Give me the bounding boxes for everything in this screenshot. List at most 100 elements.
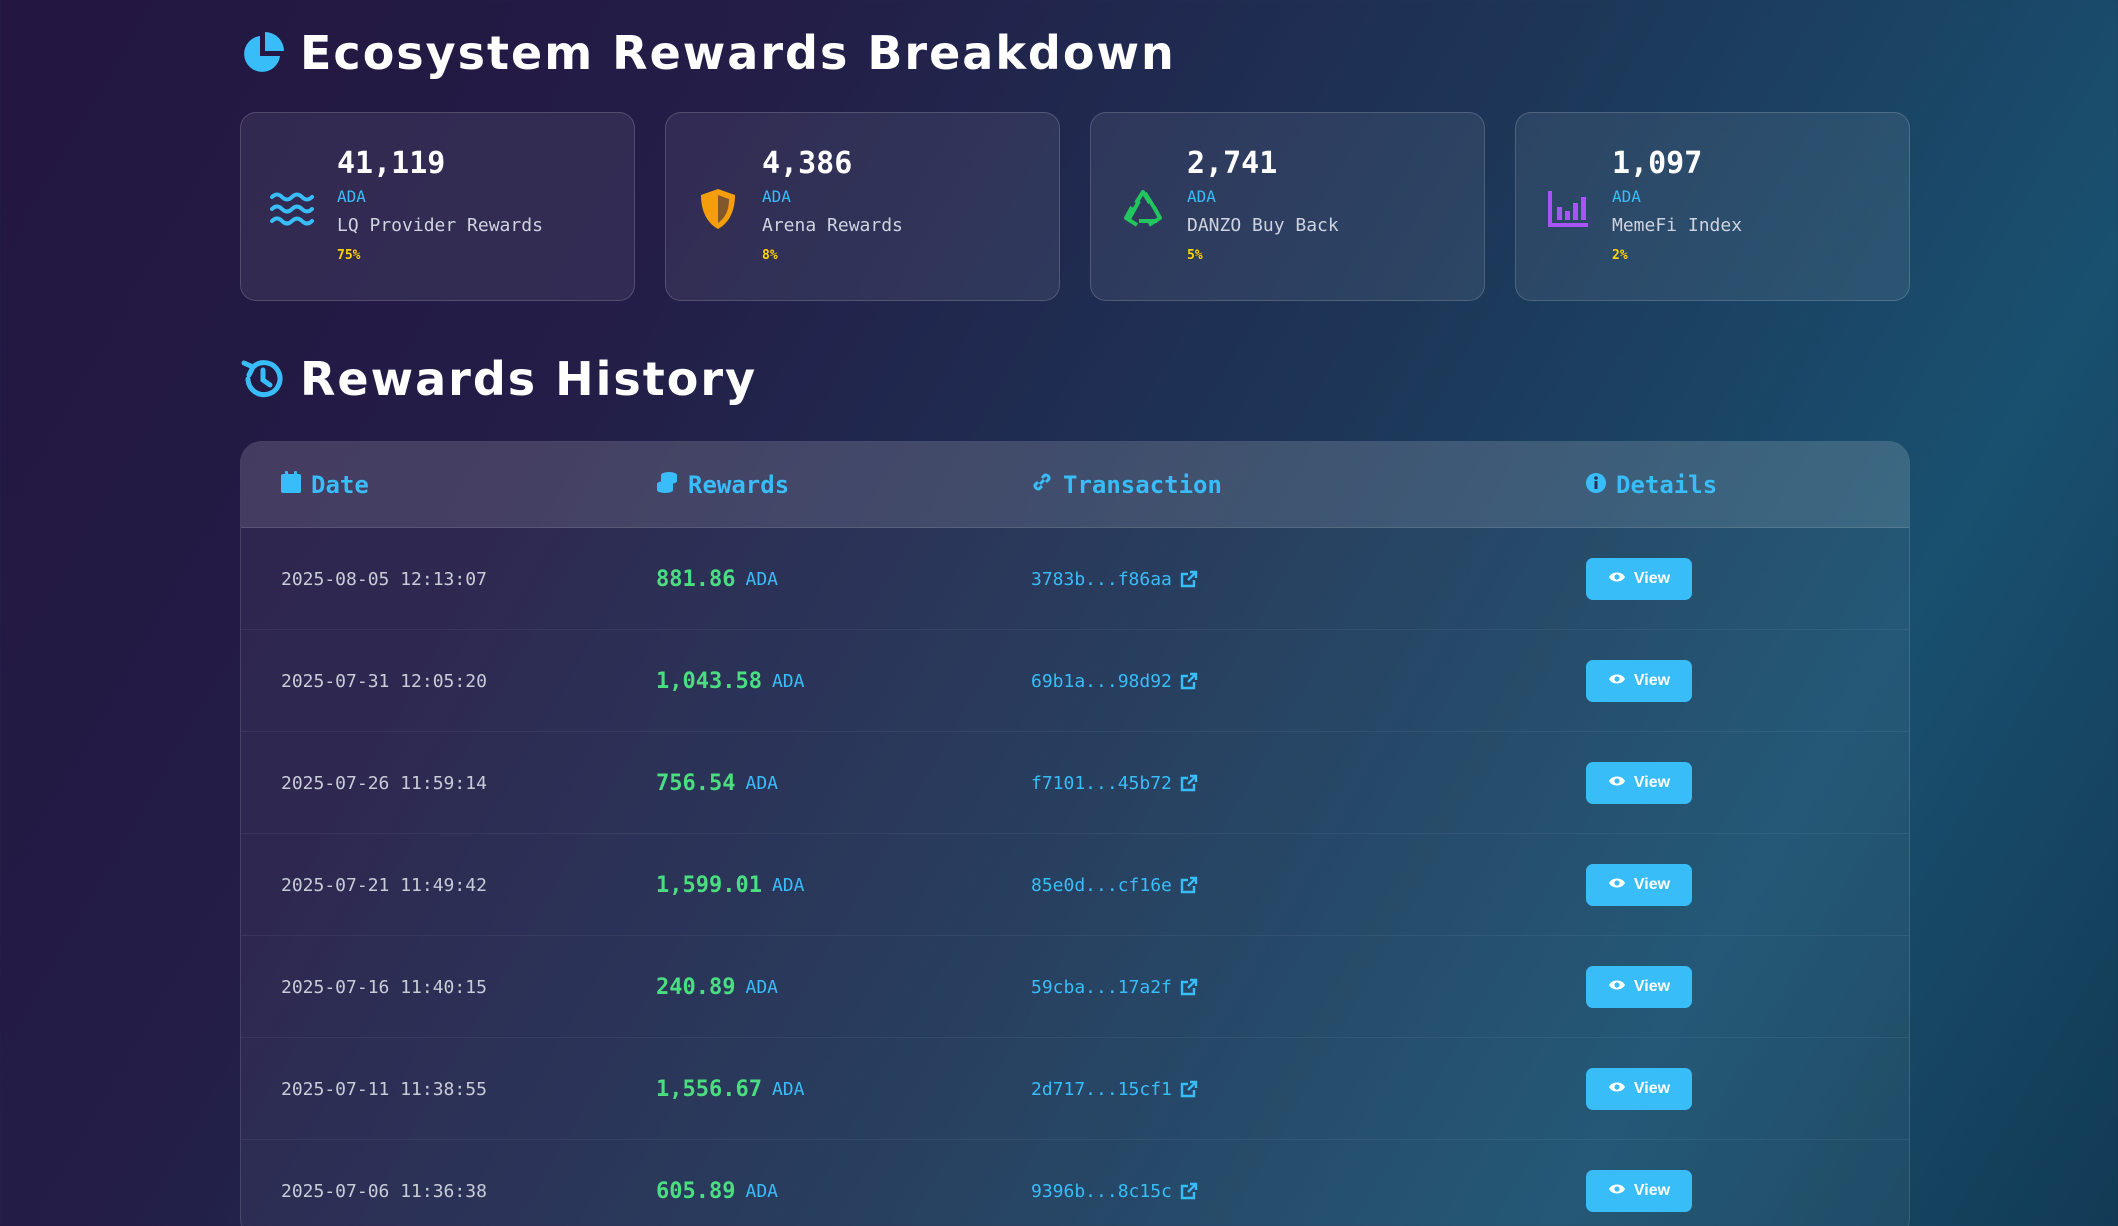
- details-cell: View: [1586, 630, 1692, 732]
- card-value: 1,097: [1612, 146, 1703, 181]
- view-button[interactable]: View: [1586, 864, 1692, 906]
- transaction-link[interactable]: 85e0d...cf16e: [1031, 834, 1198, 936]
- card-percent: 2%: [1612, 248, 1628, 263]
- transaction-link[interactable]: 9396b...8c15c: [1031, 1140, 1198, 1226]
- rewards-cell: 1,043.58 ADA: [656, 630, 804, 732]
- external-link-icon[interactable]: [1180, 774, 1198, 792]
- date-cell: 2025-07-26 11:59:14: [281, 732, 487, 834]
- external-link-icon[interactable]: [1180, 978, 1198, 996]
- link-icon: [1031, 471, 1053, 499]
- row-date: 2025-07-31 12:05:20: [281, 670, 487, 692]
- eye-icon: [1608, 570, 1626, 588]
- coins-icon: [656, 471, 678, 499]
- breakdown-cards: 41,119 ADA LQ Provider Rewards 75% 4,386…: [240, 112, 1910, 301]
- view-button[interactable]: View: [1586, 1170, 1692, 1212]
- card-unit: ADA: [337, 187, 366, 206]
- history-icon: [240, 356, 286, 402]
- card-unit: ADA: [1612, 187, 1641, 206]
- eye-icon: [1608, 774, 1626, 792]
- breakdown-heading: Ecosystem Rewards Breakdown: [240, 26, 1176, 80]
- details-cell: View: [1586, 528, 1692, 630]
- table-header: Date Rewards Transaction Details: [241, 442, 1909, 528]
- details-cell: View: [1586, 1140, 1692, 1226]
- calendar-icon: [281, 471, 301, 499]
- external-link-icon[interactable]: [1180, 570, 1198, 588]
- table-row: 2025-07-31 12:05:20 1,043.58 ADA 69b1a..…: [241, 630, 1909, 732]
- rewards-cell: 756.54 ADA: [656, 732, 778, 834]
- history-heading: Rewards History: [240, 352, 757, 406]
- row-unit: ADA: [771, 874, 805, 896]
- row-tx-hash[interactable]: 59cba...17a2f: [1031, 977, 1172, 998]
- row-tx-hash[interactable]: 2d717...15cf1: [1031, 1079, 1172, 1100]
- view-button-label: View: [1633, 1182, 1671, 1199]
- row-tx-hash[interactable]: 9396b...8c15c: [1031, 1181, 1172, 1202]
- transaction-link[interactable]: 2d717...15cf1: [1031, 1038, 1198, 1140]
- history-title: Rewards History: [300, 352, 758, 406]
- row-date: 2025-07-21 11:49:42: [281, 874, 487, 896]
- card-label: LQ Provider Rewards: [337, 215, 543, 236]
- table-row: 2025-07-11 11:38:55 1,556.67 ADA 2d717..…: [241, 1038, 1909, 1140]
- external-link-icon[interactable]: [1180, 672, 1198, 690]
- date-cell: 2025-08-05 12:13:07: [281, 528, 487, 630]
- table-row: 2025-08-05 12:13:07 881.86 ADA 3783b...f…: [241, 528, 1909, 630]
- view-button[interactable]: View: [1586, 762, 1692, 804]
- eye-icon: [1608, 1182, 1626, 1200]
- card-value: 2,741: [1187, 146, 1278, 181]
- header-transaction: Transaction: [1031, 442, 1222, 528]
- chart-bars-icon: [1544, 185, 1592, 233]
- view-button[interactable]: View: [1586, 558, 1692, 600]
- reward-card-memefi-index: 1,097 ADA MemeFi Index 2%: [1515, 112, 1910, 301]
- row-unit: ADA: [745, 1180, 778, 1202]
- rewards-cell: 240.89 ADA: [656, 936, 778, 1038]
- date-cell: 2025-07-06 11:36:38: [281, 1140, 487, 1226]
- rewards-cell: 1,599.01 ADA: [656, 834, 804, 936]
- details-cell: View: [1586, 732, 1692, 834]
- table-row: 2025-07-16 11:40:15 240.89 ADA 59cba...1…: [241, 936, 1909, 1038]
- transaction-link[interactable]: 69b1a...98d92: [1031, 630, 1198, 732]
- details-cell: View: [1586, 936, 1692, 1038]
- row-tx-hash[interactable]: 85e0d...cf16e: [1031, 875, 1172, 896]
- row-tx-hash[interactable]: 3783b...f86aa: [1031, 569, 1172, 590]
- rewards-history-table: Date Rewards Transaction Details 2025-08…: [240, 441, 1910, 1226]
- reward-card-danzo-buyback: 2,741 ADA DANZO Buy Back 5%: [1090, 112, 1485, 301]
- header-details-label: Details: [1616, 471, 1718, 499]
- external-link-icon[interactable]: [1180, 1182, 1198, 1200]
- external-link-icon[interactable]: [1180, 1080, 1198, 1098]
- waves-icon: [269, 185, 317, 233]
- row-date: 2025-07-26 11:59:14: [281, 772, 487, 794]
- card-label: MemeFi Index: [1612, 215, 1743, 236]
- row-tx-hash[interactable]: 69b1a...98d92: [1031, 671, 1172, 692]
- external-link-icon[interactable]: [1180, 876, 1198, 894]
- row-amount: 1,556.67: [656, 1076, 762, 1102]
- date-cell: 2025-07-21 11:49:42: [281, 834, 487, 936]
- row-unit: ADA: [745, 772, 778, 794]
- view-button[interactable]: View: [1586, 660, 1692, 702]
- header-date: Date: [281, 442, 369, 528]
- card-percent: 8%: [762, 248, 778, 263]
- row-date: 2025-07-16 11:40:15: [281, 976, 487, 998]
- header-transaction-label: Transaction: [1063, 471, 1222, 499]
- table-row: 2025-07-26 11:59:14 756.54 ADA f7101...4…: [241, 732, 1909, 834]
- view-button-label: View: [1633, 672, 1671, 689]
- table-row: 2025-07-06 11:36:38 605.89 ADA 9396b...8…: [241, 1140, 1909, 1226]
- rewards-cell: 1,556.67 ADA: [656, 1038, 804, 1140]
- row-amount: 605.89: [656, 1178, 736, 1204]
- eye-icon: [1608, 672, 1626, 690]
- view-button[interactable]: View: [1586, 966, 1692, 1008]
- view-button[interactable]: View: [1586, 1068, 1692, 1110]
- card-unit: ADA: [1187, 187, 1216, 206]
- row-tx-hash[interactable]: f7101...45b72: [1031, 773, 1172, 794]
- card-percent: 5%: [1187, 248, 1203, 263]
- transaction-link[interactable]: 3783b...f86aa: [1031, 528, 1198, 630]
- table-row: 2025-07-21 11:49:42 1,599.01 ADA 85e0d..…: [241, 834, 1909, 936]
- transaction-link[interactable]: 59cba...17a2f: [1031, 936, 1198, 1038]
- row-date: 2025-08-05 12:13:07: [281, 568, 487, 590]
- row-unit: ADA: [771, 670, 805, 692]
- row-unit: ADA: [771, 1078, 805, 1100]
- card-unit: ADA: [762, 187, 791, 206]
- reward-card-lq-provider: 41,119 ADA LQ Provider Rewards 75%: [240, 112, 635, 301]
- eye-icon: [1608, 876, 1626, 894]
- row-amount: 881.86: [656, 566, 736, 592]
- transaction-link[interactable]: f7101...45b72: [1031, 732, 1198, 834]
- header-details: Details: [1586, 442, 1717, 528]
